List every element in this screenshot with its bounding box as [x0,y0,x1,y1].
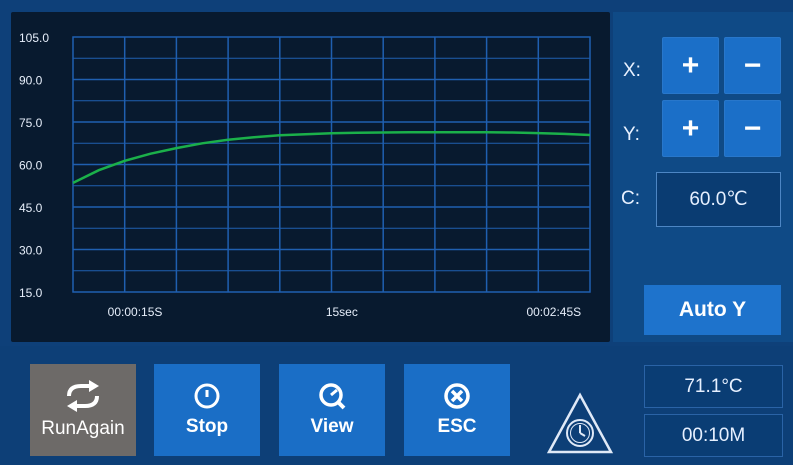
x-plus-button[interactable]: + [662,37,719,94]
c-setpoint-label: C: [621,188,640,209]
y-tick-label: 15.0 [19,286,43,300]
y-tick-label: 30.0 [19,244,43,258]
app-frame: 105.0 90.0 75.0 60.0 45.0 30.0 15.0 00:00:15S 15… [0,0,793,465]
minus-icon: − [743,48,762,82]
y-tick-label: 75.0 [19,116,43,130]
refresh-icon [67,380,99,412]
view-label: View [310,416,354,437]
stop-button[interactable]: Stop [154,364,260,456]
auto-y-label: Auto Y [678,298,747,321]
run-again-button[interactable]: RunAgain [30,364,136,456]
run-again-label: RunAgain [41,418,125,439]
y-tick-label: 60.0 [19,159,43,173]
close-circle-icon [444,383,470,409]
temperature-chart: 105.0 90.0 75.0 60.0 45.0 30.0 15.0 00:00:15S 15… [19,31,591,319]
temperature-readout: 71.1°C [644,365,783,408]
y-minus-button[interactable]: − [724,100,781,157]
esc-label: ESC [437,416,477,437]
minus-icon: − [743,111,762,145]
stop-label: Stop [185,416,229,437]
plus-icon: + [681,111,700,145]
x-tick-label: 00:00:15S [108,305,163,319]
setpoint-value: 60.0℃ [689,189,748,210]
y-tick-label: 90.0 [19,74,43,88]
zoom-icon [319,383,346,410]
y-plus-button[interactable]: + [662,100,719,157]
time-value: 00:10M [681,424,746,446]
y-tick-label: 45.0 [19,201,43,215]
setpoint-field[interactable]: 60.0℃ [656,172,781,227]
x-tick-label: 15sec [326,305,358,319]
plus-icon: + [681,48,700,82]
timer-warning-icon [546,392,614,454]
view-button[interactable]: View [279,364,385,456]
esc-button[interactable]: ESC [404,364,510,456]
power-icon [194,383,220,409]
x-tick-label: 00:02:45S [526,305,581,319]
chart-panel: 105.0 90.0 75.0 60.0 45.0 30.0 15.0 00:00:15S 15… [11,12,610,342]
x-minus-button[interactable]: − [724,37,781,94]
temperature-value: 71.1°C [684,375,743,397]
y-tick-label: 105.0 [19,31,49,45]
y-axis-label: Y: [623,124,640,145]
x-axis-label: X: [623,60,641,81]
time-readout: 00:10M [644,414,783,457]
auto-y-button[interactable]: Auto Y [644,285,781,335]
